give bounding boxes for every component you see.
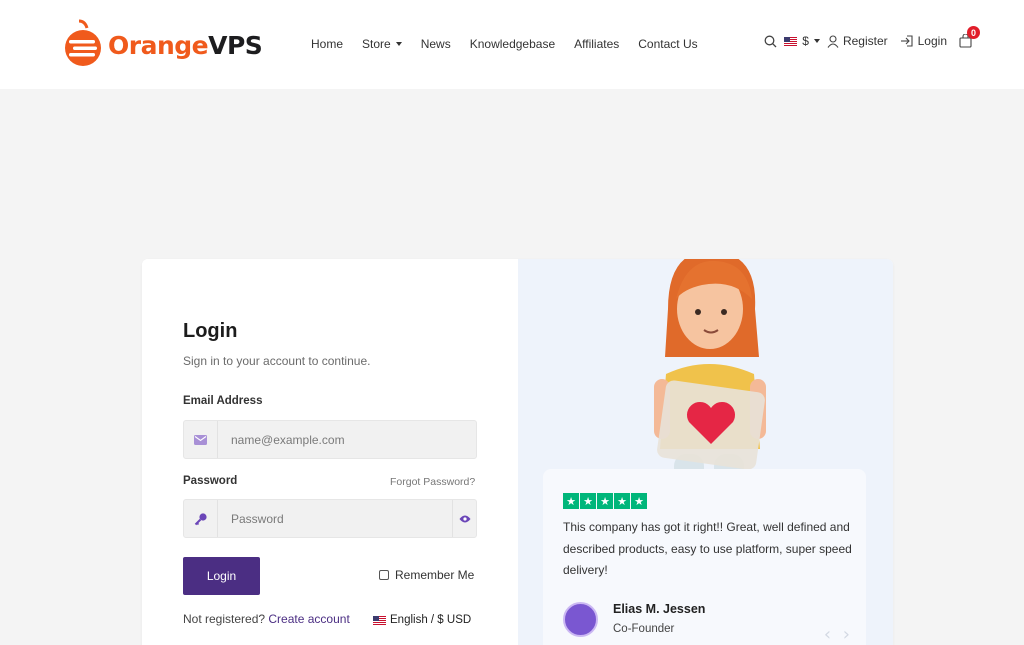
not-registered-text: Not registered? xyxy=(183,612,266,626)
chevron-down-icon xyxy=(395,42,402,46)
login-card: Login Sign in to your account to continu… xyxy=(142,259,893,645)
password-field-group xyxy=(183,499,477,538)
nav-contact-label: Contact Us xyxy=(638,37,698,51)
chevron-down-icon xyxy=(813,39,820,43)
chevron-left-icon[interactable]: ‹ xyxy=(824,624,831,645)
star-icon: ★ xyxy=(580,493,596,509)
login-label: Login xyxy=(917,34,947,48)
star-icon: ★ xyxy=(597,493,613,509)
forgot-password-link[interactable]: Forgot Password? xyxy=(390,476,475,488)
nav-affiliates[interactable]: Affiliates xyxy=(574,37,619,51)
main-nav: Home Store News Knowledgebase Affiliates… xyxy=(311,37,717,51)
currency-label: $ xyxy=(802,34,809,48)
rating-stars: ★ ★ ★ ★ ★ xyxy=(563,493,648,509)
nav-contact[interactable]: Contact Us xyxy=(638,37,697,51)
password-label: Password xyxy=(183,475,238,487)
remember-me-checkbox[interactable]: Remember Me xyxy=(379,568,474,582)
logo[interactable]: OrangeVPS xyxy=(63,18,263,66)
avatar xyxy=(563,602,598,637)
orange-logo-icon xyxy=(63,18,103,66)
password-input[interactable] xyxy=(218,500,452,537)
checkbox-icon[interactable] xyxy=(379,570,389,580)
chevron-right-icon[interactable]: › xyxy=(843,624,850,645)
nav-knowledgebase-label: Knowledgebase xyxy=(469,37,556,51)
us-flag-icon xyxy=(784,36,798,46)
email-label: Email Address xyxy=(183,395,263,407)
nav-news[interactable]: News xyxy=(421,37,451,51)
nav-affiliates-label: Affiliates xyxy=(574,37,620,51)
remember-me-label: Remember Me xyxy=(395,568,475,582)
us-flag-icon xyxy=(373,615,386,625)
cart-button[interactable]: 0 xyxy=(959,26,980,48)
eye-icon[interactable] xyxy=(452,500,476,537)
star-icon: ★ xyxy=(614,493,630,509)
cart-count-badge: 0 xyxy=(967,26,980,39)
testimonial-role: Co-Founder xyxy=(613,623,675,635)
testimonial-quote: This company has got it right!! Great, w… xyxy=(563,520,852,577)
language-label: English / $ USD xyxy=(390,614,472,626)
nav-store-label: Store xyxy=(362,37,391,51)
register-prompt: Not registered? Create account xyxy=(183,612,350,626)
carousel-nav: ‹ › xyxy=(824,624,850,645)
testimonial-panel: ★ ★ ★ ★ ★ This company has got it right!… xyxy=(518,259,893,645)
nav-news-label: News xyxy=(420,37,451,51)
sign-in-icon xyxy=(900,35,913,47)
login-button[interactable]: Login xyxy=(183,557,260,595)
nav-home-label: Home xyxy=(311,37,344,51)
key-icon xyxy=(184,500,218,537)
currency-selector[interactable]: $ xyxy=(784,34,820,48)
user-icon xyxy=(827,34,839,48)
nav-knowledgebase[interactable]: Knowledgebase xyxy=(470,37,555,51)
search-icon[interactable] xyxy=(764,35,777,48)
nav-home[interactable]: Home xyxy=(311,37,343,51)
language-selector[interactable]: English / $ USD xyxy=(373,614,471,626)
star-icon: ★ xyxy=(631,493,647,509)
login-panel: Login Sign in to your account to continu… xyxy=(142,259,518,645)
create-account-link[interactable]: Create account xyxy=(268,612,349,626)
login-subtitle: Sign in to your account to continue. xyxy=(183,354,371,368)
logo-text-vps: VPS xyxy=(208,30,263,60)
envelope-icon xyxy=(184,421,218,458)
header-actions: $ Register Login 0 xyxy=(757,26,980,48)
register-label: Register xyxy=(842,34,888,48)
register-link[interactable]: Register xyxy=(827,34,888,48)
email-field-group xyxy=(183,420,477,459)
testimonial-name: Elias M. Jessen xyxy=(613,602,706,616)
nav-store[interactable]: Store xyxy=(362,37,402,51)
login-link[interactable]: Login xyxy=(900,34,947,48)
logo-text: OrangeVPS xyxy=(108,30,263,60)
testimonial-card: ★ ★ ★ ★ ★ This company has got it right!… xyxy=(543,469,866,645)
login-title: Login xyxy=(183,320,238,342)
site-header: OrangeVPS Home Store News Knowledgebase … xyxy=(0,0,1024,89)
email-input[interactable] xyxy=(218,421,476,458)
star-icon: ★ xyxy=(563,493,579,509)
logo-text-orange: Orange xyxy=(108,30,209,60)
